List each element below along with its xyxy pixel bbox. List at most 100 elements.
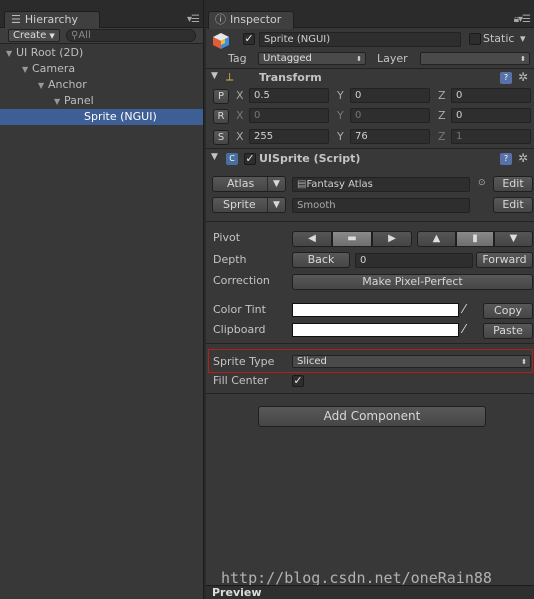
- clipboard-swatch[interactable]: [292, 323, 459, 337]
- pivot-right-button[interactable]: ▶: [372, 231, 412, 247]
- help-icon[interactable]: ?: [500, 153, 512, 165]
- tree-item-panel[interactable]: ▼ Panel: [0, 93, 203, 109]
- expand-arrow-icon[interactable]: ▼: [38, 78, 48, 94]
- chevron-down-icon: ▼: [49, 32, 55, 40]
- divider: [206, 393, 534, 394]
- atlas-edit-button[interactable]: Edit: [493, 176, 533, 192]
- pivot-top-button[interactable]: ▲: [417, 231, 456, 247]
- x-label: X: [236, 109, 244, 122]
- chevron-updown-icon: ⬍: [356, 55, 362, 63]
- sprite-edit-button[interactable]: Edit: [493, 197, 533, 213]
- depth-field[interactable]: 0: [355, 253, 473, 268]
- sprite-field[interactable]: Smooth: [292, 198, 470, 213]
- top-strip: [0, 0, 203, 10]
- hierarchy-panel: ☰ Hierarchy ▾☰ Create ▼ ⚲All ▼ UI Root (2D…: [0, 0, 204, 599]
- rotation-y-field[interactable]: 0: [350, 108, 430, 123]
- correction-label: Correction: [213, 274, 270, 287]
- add-component-button[interactable]: Add Component: [258, 406, 486, 427]
- layer-dropdown[interactable]: ⬍: [420, 52, 530, 65]
- rotation-z-field[interactable]: 0: [451, 108, 531, 123]
- tree-item-sprite[interactable]: Sprite (NGUI): [0, 109, 203, 125]
- sprite-type-dropdown[interactable]: Sliced ⬍: [292, 355, 531, 368]
- color-tint-label: Color Tint: [213, 303, 266, 316]
- tree-item-ui-root[interactable]: ▼ UI Root (2D): [0, 45, 203, 61]
- divider: [206, 221, 534, 222]
- tag-label: Tag: [228, 52, 247, 65]
- gear-icon[interactable]: ✲: [518, 151, 528, 165]
- position-x-field[interactable]: 0.5: [249, 88, 329, 103]
- expand-arrow-icon[interactable]: ▼: [6, 46, 16, 62]
- info-icon: ⓘ: [215, 13, 226, 26]
- hierarchy-search-input[interactable]: ⚲All: [66, 29, 196, 42]
- y-label: Y: [337, 109, 344, 122]
- active-checkbox[interactable]: ✓: [243, 33, 255, 45]
- transform-axis-icon: ⟂: [226, 70, 234, 83]
- expand-arrow-icon[interactable]: ▼: [54, 94, 64, 110]
- hierarchy-tab-row: ☰ Hierarchy ▾☰: [0, 10, 203, 29]
- help-icon[interactable]: ?: [500, 72, 512, 84]
- tag-dropdown[interactable]: Untagged ⬍: [258, 52, 366, 65]
- expand-arrow-icon[interactable]: ▼: [22, 62, 32, 78]
- atlas-button[interactable]: Atlas ▼: [212, 176, 286, 192]
- divider: [206, 148, 534, 149]
- z-label: Z: [438, 109, 446, 122]
- fill-center-checkbox[interactable]: ✓: [292, 375, 304, 387]
- inspector-panel: ⓘ Inspector 🔒︎▾☰ ✓ Sprite (NGUI) Static ▾…: [206, 0, 534, 599]
- fill-center-label: Fill Center: [213, 374, 269, 387]
- scale-y-field[interactable]: 76: [350, 129, 430, 144]
- reset-scale-button[interactable]: S: [213, 130, 229, 145]
- divider: [206, 68, 534, 69]
- depth-label: Depth: [213, 253, 247, 266]
- x-label: X: [236, 130, 244, 143]
- pivot-bottom-button[interactable]: ▼: [494, 231, 533, 247]
- lock-menu-icon[interactable]: 🔒︎▾☰: [514, 14, 531, 25]
- rotation-x-field[interactable]: 0: [249, 108, 329, 123]
- copy-button[interactable]: Copy: [483, 303, 533, 319]
- tab-inspector[interactable]: ⓘ Inspector: [208, 11, 294, 29]
- depth-back-button[interactable]: Back: [292, 252, 350, 268]
- hierarchy-toolbar: Create ▼ ⚲All: [0, 28, 203, 44]
- foldout-arrow-icon[interactable]: ▼: [211, 71, 218, 81]
- pivot-center-h-button[interactable]: ▬: [332, 231, 372, 247]
- tab-hierarchy[interactable]: ☰ Hierarchy: [4, 11, 100, 29]
- object-picker-icon[interactable]: ⊙: [478, 178, 486, 188]
- transform-header[interactable]: ▼ ⟂ Transform ? ✲: [206, 70, 534, 88]
- static-checkbox[interactable]: [469, 33, 481, 45]
- paste-button[interactable]: Paste: [483, 323, 533, 339]
- divider: [206, 343, 534, 344]
- tab-menu-icon[interactable]: ▾☰: [187, 14, 200, 25]
- depth-forward-button[interactable]: Forward: [476, 252, 533, 268]
- atlas-field[interactable]: ▤Fantasy Atlas: [292, 177, 470, 192]
- layer-label: Layer: [377, 52, 408, 65]
- foldout-arrow-icon[interactable]: ▼: [211, 152, 218, 162]
- uisprite-enabled-checkbox[interactable]: ✓: [244, 153, 256, 165]
- position-z-field[interactable]: 0: [451, 88, 531, 103]
- sprite-button[interactable]: Sprite ▼: [212, 197, 286, 213]
- create-dropdown[interactable]: Create ▼: [8, 29, 60, 42]
- preview-bar[interactable]: Preview: [206, 585, 534, 599]
- gear-icon[interactable]: ✲: [518, 70, 528, 84]
- make-pixel-perfect-button[interactable]: Make Pixel-Perfect: [292, 274, 533, 290]
- static-dropdown-icon[interactable]: ▾: [520, 32, 526, 45]
- scale-z-field[interactable]: 1: [451, 129, 531, 144]
- atlas-menu-icon[interactable]: ▼: [267, 177, 285, 191]
- reset-rotation-button[interactable]: R: [213, 109, 229, 124]
- pivot-center-v-button[interactable]: ▮: [456, 231, 494, 247]
- y-label: Y: [337, 89, 344, 102]
- list-icon: ☰: [11, 13, 21, 26]
- eyedropper-icon[interactable]: ⁄: [463, 302, 465, 316]
- tree-item-anchor[interactable]: ▼ Anchor: [0, 77, 203, 93]
- static-label: Static: [483, 32, 515, 45]
- scale-x-field[interactable]: 255: [249, 129, 329, 144]
- position-y-field[interactable]: 0: [350, 88, 430, 103]
- object-name-field[interactable]: Sprite (NGUI): [259, 32, 461, 47]
- reset-position-button[interactable]: P: [213, 89, 229, 104]
- sprite-menu-icon[interactable]: ▼: [267, 198, 285, 212]
- object-icon: [212, 32, 230, 50]
- uisprite-title: UISprite (Script): [259, 152, 361, 165]
- uisprite-header[interactable]: ▼ C ✓ UISprite (Script) ? ✲: [206, 151, 534, 169]
- color-tint-swatch[interactable]: [292, 303, 459, 317]
- pivot-left-button[interactable]: ◀: [292, 231, 332, 247]
- tree-item-camera[interactable]: ▼ Camera: [0, 61, 203, 77]
- eyedropper-icon[interactable]: ⁄: [463, 322, 465, 336]
